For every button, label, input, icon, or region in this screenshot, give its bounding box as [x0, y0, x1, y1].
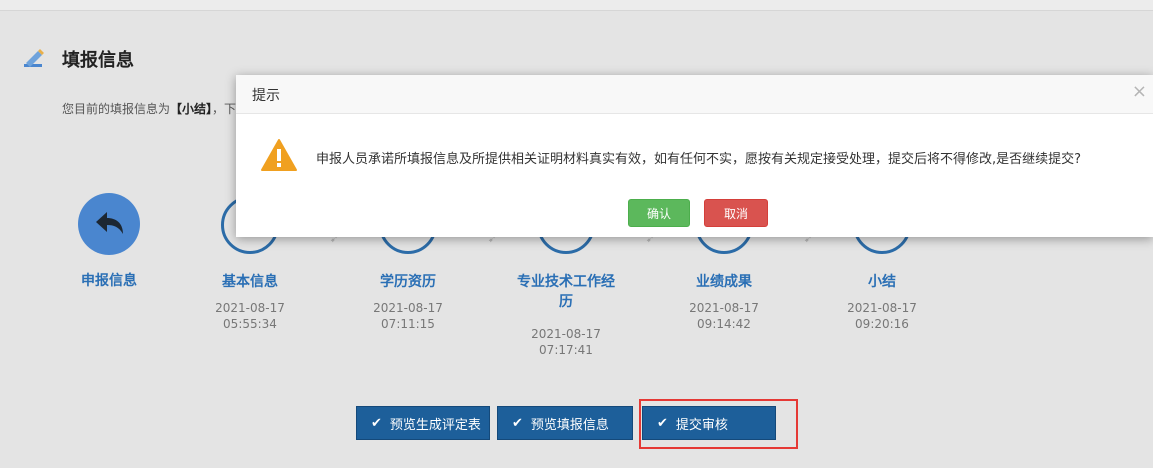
step-timestamp: 2021-08-17 07:11:15	[348, 300, 468, 332]
confirm-dialog: 提示 × 申报人员承诺所填报信息及所提供相关证明材料真实有效，如有任何不实，愿按…	[236, 75, 1153, 237]
step-date: 2021-08-17	[215, 301, 285, 315]
confirm-button[interactable]: 确认	[628, 199, 690, 227]
step-name: 专业技术工作经 历	[506, 272, 626, 312]
preview-form-button[interactable]: ✔ 预览生成评定表	[356, 406, 490, 440]
step-date: 2021-08-17	[531, 327, 601, 341]
step-time: 07:17:41	[539, 343, 593, 357]
current-status-text: 您目前的填报信息为【小结】，下	[62, 100, 236, 117]
step-timestamp: 2021-08-17 09:20:16	[822, 300, 942, 332]
step-time: 09:20:16	[855, 317, 909, 331]
page-title: 填报信息	[62, 50, 134, 71]
step-name: 学历资历	[380, 274, 436, 290]
check-icon: ✔	[512, 415, 523, 431]
step-name-line2: 历	[559, 294, 573, 310]
info-prefix: 您目前的填报信息为	[62, 102, 171, 116]
step-timestamp: 2021-08-17 05:55:34	[190, 300, 310, 332]
top-bar	[0, 0, 1153, 11]
step-timestamp: 2021-08-17 09:14:42	[664, 300, 784, 332]
back-button[interactable]	[78, 193, 140, 255]
step-name-line1: 专业技术工作经	[517, 274, 615, 290]
step-time: 09:14:42	[697, 317, 751, 331]
edit-pencil-icon	[24, 49, 44, 67]
step-date: 2021-08-17	[373, 301, 443, 315]
step-timestamp: 2021-08-17 07:17:41	[506, 326, 626, 358]
highlight-box	[639, 399, 798, 449]
button-label: 预览生成评定表	[389, 417, 481, 433]
step-date: 2021-08-17	[847, 301, 917, 315]
close-icon[interactable]: ×	[1132, 81, 1147, 102]
info-suffix: ，下	[212, 102, 237, 116]
step-name: 申报信息	[81, 273, 137, 289]
step-time: 07:11:15	[381, 317, 435, 331]
step-name: 基本信息	[222, 274, 278, 290]
check-icon: ✔	[371, 415, 382, 431]
step-date: 2021-08-17	[689, 301, 759, 315]
dialog-message: 申报人员承诺所填报信息及所提供相关证明材料真实有效，如有任何不实，愿按有关规定接…	[316, 152, 1082, 167]
preview-info-button[interactable]: ✔ 预览填报信息	[497, 406, 633, 440]
button-label: 预览填报信息	[530, 417, 609, 433]
warning-icon	[261, 139, 297, 171]
dialog-title: 提示	[252, 88, 280, 104]
step-time: 05:55:34	[223, 317, 277, 331]
info-current-step: 【小结】	[170, 102, 213, 116]
dialog-header: 提示 ×	[236, 75, 1153, 114]
back-arrow-icon	[96, 212, 123, 234]
step-name: 小结	[868, 274, 896, 290]
cancel-button[interactable]: 取消	[704, 199, 768, 227]
step-name: 业绩成果	[696, 274, 752, 290]
step-declaration-info[interactable]: 申报信息	[49, 253, 169, 291]
